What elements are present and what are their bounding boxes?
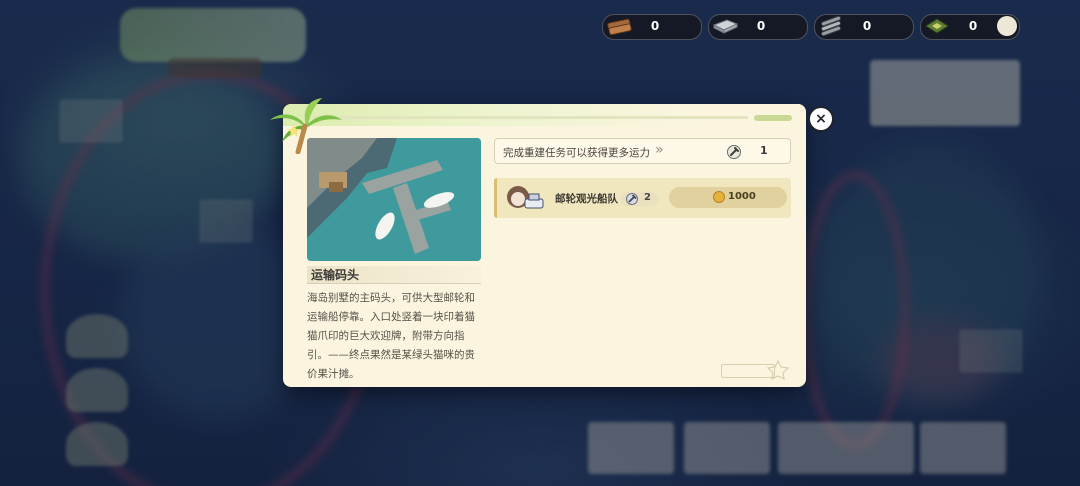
place-name: 运输码头 [307,266,481,284]
unit-level-value: 2 [644,192,651,203]
wrench-icon [727,144,741,159]
unit-level-badge: 2 [620,192,658,206]
header-divider [311,116,748,119]
resource-cap [997,16,1017,36]
double-chevron-icon: » [655,142,663,158]
coin-icon [713,191,725,203]
star-stamp-icon [767,360,789,380]
task-text: 完成重建任务可以获得更多运力 [503,147,650,159]
purchase-cost: 1000 [728,191,756,202]
task-reward-value: 1 [760,144,768,157]
rebuild-task-row[interactable]: 完成重建任务可以获得更多运力 » 1 [494,138,791,164]
resource-chip: 0 [920,14,1020,40]
resource-pipe: 0 [814,14,914,40]
resource-value: 0 [650,19,660,33]
steel-plate-icon [711,12,739,40]
summer-logo-stamp [721,360,791,380]
pipe-bundle-icon [817,12,845,40]
resource-bar: 0 0 0 0 [602,14,1020,40]
palm-tree-icon [270,98,342,154]
close-button[interactable]: × [808,106,834,132]
unit-name: 邮轮观光船队 [555,193,618,205]
resource-steel: 0 [708,14,808,40]
purchase-button[interactable]: 1000 [669,187,787,208]
place-description: 海岛别墅的主码头，可供大型邮轮和运输船停靠。入口处竖着一块印着猫猫爪印的巨大欢迎… [307,292,475,380]
header-tag [754,115,792,121]
resource-wood: 0 [602,14,702,40]
resource-value: 0 [756,19,766,33]
dialog-header [283,104,806,126]
wrench-icon [626,193,638,205]
resource-value: 0 [968,19,978,33]
cruise-fleet-avatar [505,183,545,213]
dock-info-dialog: 运输码头 海岛别墅的主码头，可供大型邮轮和运输船停靠。入口处竖着一块印着猫猫爪印… [283,104,806,387]
wood-plank-icon [605,12,633,40]
dock-preview-image [307,138,481,261]
circuit-chip-icon [923,12,951,40]
resource-value: 0 [862,19,872,33]
fleet-unit-row[interactable]: 邮轮观光船队 2 1000 [494,178,791,218]
